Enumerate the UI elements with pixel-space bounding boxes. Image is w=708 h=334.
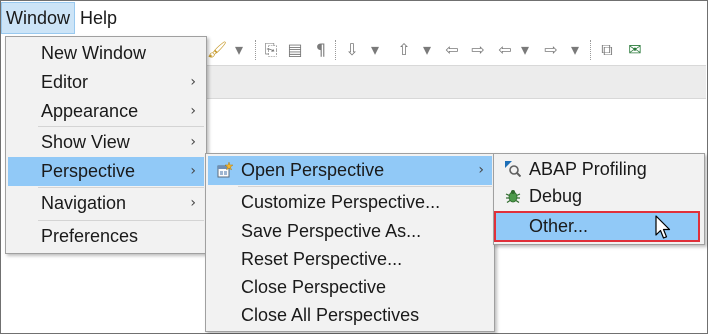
mail-icon[interactable]: ✉: [624, 40, 646, 60]
menu-item-label: Save Perspective As...: [241, 221, 422, 241]
menu-item-label: Customize Perspective...: [241, 192, 441, 212]
menu-item-open-perspective[interactable]: Open Perspective ›: [208, 156, 492, 185]
submenu-arrow-icon: ›: [190, 134, 196, 150]
toolbar-separator: [335, 40, 337, 60]
submenu-arrow-icon: ›: [190, 163, 196, 179]
mouse-cursor-icon: [655, 215, 671, 239]
window-menu: New Window Editor › Appearance › Show Vi…: [5, 36, 207, 254]
perspective-menu: Open Perspective › Customize Perspective…: [205, 153, 495, 332]
menu-item-label: Appearance: [41, 101, 139, 121]
new-window-icon[interactable]: ⧉: [596, 40, 618, 60]
dropdown-icon[interactable]: ▾: [518, 40, 532, 60]
previous-annotation-icon[interactable]: ⇧: [392, 40, 416, 60]
submenu-arrow-icon: ›: [478, 162, 484, 178]
last-edit-location-icon[interactable]: ⇦: [440, 40, 464, 60]
menu-item-save-perspective-as[interactable]: Save Perspective As...: [208, 217, 492, 246]
abap-profiling-icon: [505, 161, 521, 177]
menu-bar: Window Help: [1, 1, 706, 35]
toolbar-strip: [205, 65, 706, 99]
dropdown-icon[interactable]: ▾: [420, 40, 434, 60]
page-icon[interactable]: ▤: [284, 40, 306, 60]
menu-item-customize-perspective[interactable]: Customize Perspective...: [208, 188, 492, 217]
toolbar-separator: [590, 40, 592, 60]
submenu-arrow-icon: ›: [190, 103, 196, 119]
menu-item-label: Other...: [529, 216, 589, 236]
menu-item-label: Debug: [529, 186, 583, 206]
menu-item-appearance[interactable]: Appearance ›: [8, 97, 204, 126]
menu-separator: [38, 220, 204, 221]
dropdown-icon[interactable]: ▾: [568, 40, 582, 60]
menu-separator: [38, 126, 204, 127]
dropdown-icon[interactable]: ▾: [232, 40, 246, 60]
debug-icon: [505, 190, 521, 203]
menu-item-label: New Window: [41, 43, 147, 63]
menu-separator: [238, 186, 492, 187]
submenu-arrow-icon: ›: [190, 195, 196, 211]
menu-item-navigation[interactable]: Navigation ›: [8, 189, 204, 218]
toolbar-separator: [255, 40, 257, 60]
toggle-block-icon[interactable]: ⎘: [260, 40, 282, 60]
menu-item-new-window[interactable]: New Window: [8, 39, 204, 68]
menu-item-label: Reset Perspective...: [241, 249, 403, 269]
menu-item-close-all-perspectives[interactable]: Close All Perspectives: [208, 301, 492, 330]
menu-item-show-view[interactable]: Show View ›: [8, 128, 204, 157]
menu-item-abap-profiling[interactable]: ABAP Profiling: [496, 155, 702, 184]
menu-separator: [38, 187, 204, 188]
menu-item-label: Preferences: [41, 226, 139, 246]
menu-item-label: Editor: [41, 72, 89, 92]
menu-item-label: Show View: [41, 132, 130, 152]
menu-item-label: Open Perspective: [241, 160, 385, 180]
menu-item-label: Navigation: [41, 193, 127, 213]
menu-window[interactable]: Window: [1, 2, 76, 34]
pilcrow-icon[interactable]: ¶: [312, 40, 330, 60]
menu-item-reset-perspective[interactable]: Reset Perspective...: [208, 245, 492, 274]
back-icon[interactable]: ⇦: [494, 40, 516, 60]
menu-item-label: ABAP Profiling: [529, 159, 647, 179]
brush-icon[interactable]: 🖌: [206, 40, 228, 60]
open-perspective-icon: [217, 162, 233, 178]
menu-item-debug[interactable]: Debug: [496, 182, 702, 211]
menu-item-label: Close All Perspectives: [241, 305, 420, 325]
menu-item-perspective[interactable]: Perspective ›: [8, 157, 204, 186]
menu-item-close-perspective[interactable]: Close Perspective: [208, 273, 492, 302]
menu-item-label: Close Perspective: [241, 277, 387, 297]
submenu-arrow-icon: ›: [190, 74, 196, 90]
menu-item-label: Perspective: [41, 161, 136, 181]
menu-help[interactable]: Help: [75, 2, 121, 34]
next-annotation-icon[interactable]: ⇩: [340, 40, 364, 60]
forward-edit-icon[interactable]: ⇨: [466, 40, 490, 60]
menu-item-editor[interactable]: Editor ›: [8, 68, 204, 97]
dropdown-icon[interactable]: ▾: [368, 40, 382, 60]
menu-item-preferences[interactable]: Preferences: [8, 222, 204, 251]
forward-icon[interactable]: ⇨: [540, 40, 562, 60]
